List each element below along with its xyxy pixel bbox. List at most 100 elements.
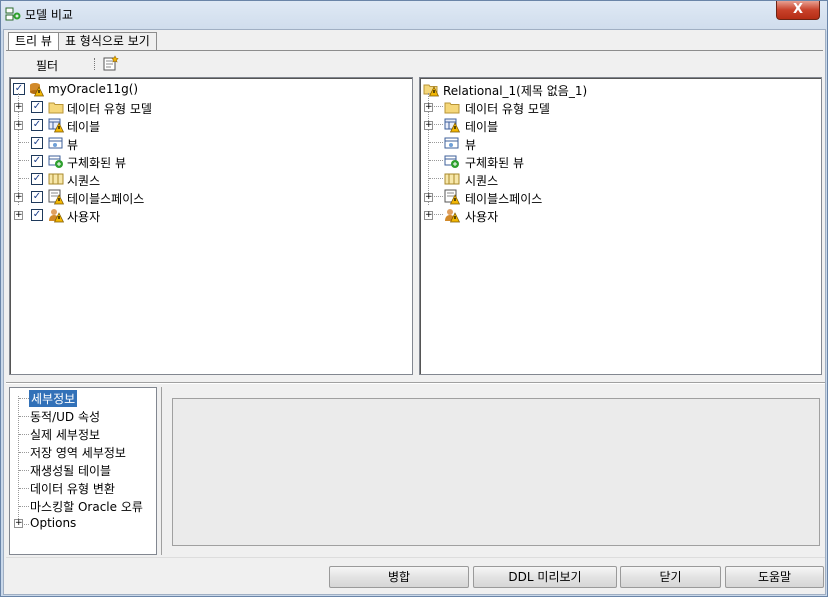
node-label: 테이블스페이스	[67, 192, 145, 206]
tree-node-user[interactable]: 사용자	[420, 206, 800, 224]
app-icon	[5, 6, 21, 22]
table-warning-icon	[444, 117, 460, 133]
nav-item-storage-details[interactable]: 저장 영역 세부정보	[30, 444, 126, 461]
nav-item-options[interactable]: Options	[30, 516, 76, 530]
tab-underline	[6, 50, 823, 51]
table-warning-icon	[48, 117, 64, 133]
details-nav-tree[interactable]: 세부정보 동적/UD 속성 실제 세부정보 저장 영역 세부정보 재생성될 테이…	[9, 387, 157, 555]
folder-icon	[444, 99, 460, 115]
new-filter-icon[interactable]	[102, 55, 119, 72]
tree-connector	[19, 398, 29, 399]
expand-toggle[interactable]	[14, 193, 23, 202]
node-label: 구체화된 뷰	[465, 156, 525, 170]
tree-connector	[19, 488, 29, 489]
tree-connector	[429, 142, 443, 143]
node-label: 사용자	[465, 210, 499, 224]
tree-node-sequence[interactable]: 시퀀스	[420, 170, 800, 188]
expand-toggle[interactable]	[424, 193, 433, 202]
nav-item-physical-details[interactable]: 실제 세부정보	[30, 426, 100, 443]
tree-connector	[19, 142, 29, 143]
help-button[interactable]: 도움말	[725, 566, 824, 588]
tree-node-tablespace[interactable]: 테이블스페이스	[420, 188, 800, 206]
tree-connector	[19, 416, 29, 417]
close-button[interactable]: 닫기	[620, 566, 721, 588]
tree-connector	[19, 160, 29, 161]
view-icon	[48, 135, 64, 151]
node-checkbox[interactable]	[31, 191, 43, 203]
filter-button[interactable]: 필터	[36, 57, 58, 74]
view-icon	[444, 135, 460, 151]
node-checkbox[interactable]	[31, 209, 43, 221]
tree-root-node[interactable]: Relational_1(제목 없음_1)	[420, 80, 800, 98]
expand-toggle[interactable]	[424, 103, 433, 112]
tree-connector	[429, 178, 443, 179]
tree-connector	[19, 434, 29, 435]
folder-icon	[48, 99, 64, 115]
node-label: 시퀀스	[465, 174, 499, 188]
tree-node-materialized-view[interactable]: 구체화된 뷰	[10, 152, 390, 170]
tree-node-materialized-view[interactable]: 구체화된 뷰	[420, 152, 800, 170]
node-label: 데이터 유형 모델	[465, 102, 550, 116]
tree-root-node[interactable]: myOracle11g()	[10, 80, 390, 98]
expand-toggle[interactable]	[14, 121, 23, 130]
tree-connector	[429, 160, 443, 161]
tree-connector	[434, 214, 443, 215]
expand-toggle[interactable]	[14, 103, 23, 112]
toolbar-separator	[94, 58, 95, 70]
node-label: 시퀀스	[67, 174, 101, 188]
expand-toggle[interactable]	[14, 519, 23, 528]
left-model-tree[interactable]: myOracle11g() 데이터 유형 모델 테이블	[9, 77, 413, 375]
tree-node-table[interactable]: 테이블	[10, 116, 390, 134]
tree-node-data-type-model[interactable]: 데이터 유형 모델	[420, 98, 800, 116]
tree-node-table[interactable]: 테이블	[420, 116, 800, 134]
tree-node-sequence[interactable]: 시퀀스	[10, 170, 390, 188]
splitter[interactable]	[6, 382, 825, 384]
node-checkbox[interactable]	[31, 155, 43, 167]
node-checkbox[interactable]	[31, 173, 43, 185]
user-warning-icon	[48, 207, 64, 223]
expand-toggle[interactable]	[424, 121, 433, 130]
tree-connector	[24, 524, 29, 525]
user-warning-icon	[444, 207, 460, 223]
title-bar[interactable]: 모델 비교 X	[1, 1, 827, 28]
tree-root-label: myOracle11g()	[48, 82, 139, 96]
right-model-tree[interactable]: Relational_1(제목 없음_1) 데이터 유형 모델 테이블	[419, 77, 822, 375]
nav-item-masked-oracle-errors[interactable]: 마스킹할 Oracle 오류	[30, 498, 143, 515]
tree-connector	[434, 124, 443, 125]
node-label: 테이블	[465, 120, 499, 134]
tree-node-data-type-model[interactable]: 데이터 유형 모델	[10, 98, 390, 116]
node-checkbox[interactable]	[31, 119, 43, 131]
expand-toggle[interactable]	[424, 211, 433, 220]
nav-item-details[interactable]: 세부정보	[29, 390, 78, 407]
nav-item-data-type-conversion[interactable]: 데이터 유형 변환	[30, 480, 115, 497]
tree-root-label: Relational_1(제목 없음_1)	[443, 84, 588, 98]
nav-item-recreated-tables[interactable]: 재생성될 테이블	[30, 462, 111, 479]
node-label: 데이터 유형 모델	[67, 102, 152, 116]
tab-table-view[interactable]: 표 형식으로 보기	[57, 32, 157, 50]
materialized-view-icon	[48, 153, 64, 169]
tree-node-view[interactable]: 뷰	[10, 134, 390, 152]
node-checkbox[interactable]	[31, 137, 43, 149]
database-warning-icon	[28, 81, 44, 97]
detail-content-panel	[172, 398, 820, 546]
nav-item-dynamic-properties[interactable]: 동적/UD 속성	[30, 408, 100, 425]
node-label: 테이블스페이스	[465, 192, 543, 206]
view-tabs: 트리 뷰 표 형식으로 보기	[8, 32, 157, 51]
tab-tree-view[interactable]: 트리 뷰	[8, 32, 59, 51]
tree-connector	[434, 106, 443, 107]
tree-connector	[19, 506, 29, 507]
expand-toggle[interactable]	[14, 211, 23, 220]
sequence-icon	[444, 171, 460, 187]
ddl-preview-button[interactable]: DDL 미리보기	[473, 566, 617, 588]
tree-node-tablespace[interactable]: 테이블스페이스	[10, 188, 390, 206]
detail-area	[161, 387, 825, 555]
merge-button[interactable]: 병합	[329, 566, 469, 588]
tree-connector	[434, 196, 443, 197]
tablespace-warning-icon	[48, 189, 64, 205]
root-checkbox[interactable]	[13, 83, 25, 95]
node-checkbox[interactable]	[31, 101, 43, 113]
close-window-button[interactable]: X	[776, 1, 820, 20]
tree-node-user[interactable]: 사용자	[10, 206, 390, 224]
tree-node-view[interactable]: 뷰	[420, 134, 800, 152]
tree-connector	[19, 470, 29, 471]
